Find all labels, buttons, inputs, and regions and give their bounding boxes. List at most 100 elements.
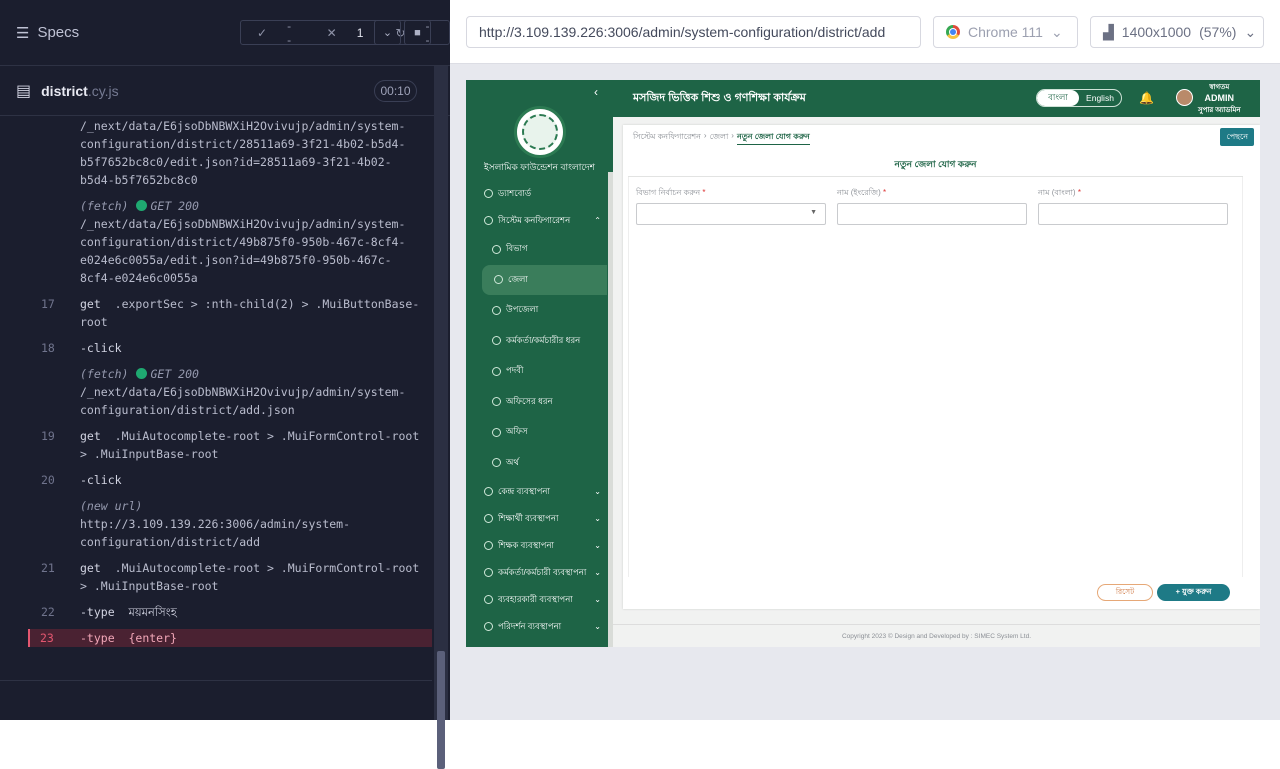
sidebar-item[interactable]: অফিসের ধরন (480, 387, 607, 418)
chevron-icon: ⌄ (594, 595, 601, 604)
log-line-number: 20 (41, 473, 55, 487)
app-footer: Copyright 2023 © Design and Developed by… (613, 624, 1260, 647)
sidebar-item[interactable]: সিস্টেম কনফিগারেশন ⌃ (480, 207, 607, 234)
log-entry[interactable]: 23 -type {enter} (28, 629, 432, 647)
division-select[interactable]: ▼ (636, 203, 826, 225)
menu-icon: ☰ (16, 24, 30, 42)
chevron-left-icon[interactable]: ‹ (594, 85, 598, 99)
stop-icon[interactable]: ■ (404, 20, 431, 45)
form-title: নতুন জেলা যোগ করুন (628, 152, 1243, 177)
sidebar-menu: ড্যাশবোর্ড সিস্টেম কনফিগারেশন ⌃ বিভাগ জেলা উপ… (480, 180, 607, 640)
chevron-icon: ⌄ (594, 541, 601, 550)
specs-toggle[interactable]: ☰ Specs (16, 24, 79, 42)
log-entry[interactable]: (new url) http://3.109.139.226:3006/admi… (0, 497, 432, 551)
log-entry[interactable]: 21 get .MuiAutocomplete-root > .MuiFormCo… (0, 559, 432, 595)
ruler-icon: ▟ (1103, 23, 1114, 40)
log-entry[interactable]: (fetch) GET 200/_next/data/E6jsoDbNBWXiH2… (0, 365, 432, 419)
lang-bangla[interactable]: বাংলা (1037, 90, 1079, 106)
menu-item-icon (492, 427, 501, 437)
menu-item-icon (484, 514, 493, 523)
sidebar-item[interactable]: ব্যবহারকারী ব্যবস্থাপনা ⌄ (480, 586, 607, 613)
sidebar-item[interactable]: শিক্ষার্থী ব্যবস্থাপনা ⌄ (480, 505, 607, 532)
cypress-runner-panel: ☰ Specs ✓ -- ✕ 1 ↻ -- ⌄ ■ ▤ district.cy.js … (0, 0, 450, 769)
app-title: মসজিদ ভিত্তিক শিশু ও গণশিক্ষা কার্যক্রম (633, 92, 806, 104)
app-main: মসজিদ ভিত্তিক শিশু ও গণশিক্ষা কার্যক্রম … (613, 80, 1260, 647)
sidebar-item[interactable]: শিক্ষক ব্যবস্থাপনা ⌄ (480, 532, 607, 559)
sidebar-item[interactable]: ড্যাশবোর্ড (480, 180, 607, 207)
reset-button[interactable]: রিসেট (1097, 584, 1153, 601)
app-under-test: ‹ ইসলামিক ফাউন্ডেশন বাংলাদেশ ড্যাশবোর্ড স… (466, 80, 1260, 647)
content-card: সিস্টেম কনফিগারেশন › জেলা › নতুন জেলা যোগ … (623, 125, 1260, 609)
browser-select[interactable]: Chrome 111 ⌄ (933, 16, 1078, 48)
passed-count: ✓ -- (241, 19, 311, 47)
log-entry[interactable]: 20 -click (0, 471, 432, 489)
chevron-icon: ⌃ (594, 216, 601, 225)
log-entry[interactable]: (fetch) GET 200/_next/data/E6jsoDbNBWXiH2… (0, 197, 432, 287)
sidebar-item[interactable]: অর্থ (480, 448, 607, 479)
breadcrumb-item[interactable]: জেলা (710, 131, 729, 145)
preview-toolbar: http://3.109.139.226:3006/admin/system-c… (450, 0, 1280, 64)
bell-icon[interactable]: 🔔 (1139, 91, 1154, 105)
dropdown-arrow-icon[interactable]: ▼ (810, 209, 817, 216)
menu-item-icon (492, 336, 501, 346)
status-dot-icon (136, 200, 148, 211)
log-entry[interactable]: /_next/data/E6jsoDbNBWXiH2Ovivujp/admin/… (0, 117, 432, 189)
menu-item-icon (492, 244, 501, 254)
sidebar-item[interactable]: অফিস (480, 417, 607, 448)
log-entry[interactable]: 17 get .exportSec > :nth-child(2) > .MuiB… (0, 295, 432, 331)
sidebar-item[interactable]: কেন্দ্র ব্যবস্থাপনা ⌄ (480, 478, 607, 505)
failed-count: ✕ 1 (311, 21, 380, 44)
sidebar-item[interactable]: জেলা (482, 264, 607, 295)
avatar[interactable] (1176, 89, 1193, 106)
log-line-number: 18 (41, 341, 55, 355)
name-bangla-field: নাম (বাংলা) * (1038, 187, 1228, 225)
chrome-icon (946, 25, 960, 39)
log-line-number: 21 (41, 561, 55, 575)
breadcrumb-item[interactable]: সিস্টেম কনফিগারেশন (633, 131, 701, 145)
sidebar-item[interactable]: পদবী (480, 356, 607, 387)
command-log: /_next/data/E6jsoDbNBWXiH2Ovivujp/admin/… (0, 117, 432, 680)
chevron-icon: ⌄ (594, 622, 601, 631)
menu-item-icon (492, 366, 501, 376)
sidebar-brand: ‹ ইসলামিক ফাউন্ডেশন বাংলাদেশ (466, 80, 613, 172)
name-english-input[interactable] (837, 203, 1027, 225)
menu-item-icon (484, 568, 493, 577)
user-info[interactable]: স্বাগতম ADMIN সুপার অ্যাডমিন (1198, 82, 1241, 116)
district-form: বিভাগ নির্বাচন করুন * ▼ নাম (ইংরেজি) * ন… (628, 177, 1243, 577)
menu-item-icon (484, 541, 493, 550)
sidebar-item[interactable]: উপজেলা (480, 295, 607, 326)
chevron-down-icon: ⌄ (1244, 23, 1257, 40)
menu-item-icon (492, 397, 501, 407)
lang-english[interactable]: English (1079, 90, 1121, 106)
spec-timer: 00:10 (374, 80, 417, 102)
log-scrollbar[interactable] (434, 66, 448, 769)
chevron-down-icon[interactable]: ⌄ (374, 20, 401, 45)
chevron-down-icon: ⌄ (1050, 23, 1063, 40)
menu-item-icon (484, 622, 493, 631)
file-icon: ▤ (16, 82, 32, 100)
browser-preview: http://3.109.139.226:3006/admin/system-c… (450, 0, 1280, 720)
name-bangla-input[interactable] (1038, 203, 1228, 225)
url-bar[interactable]: http://3.109.139.226:3006/admin/system-c… (466, 16, 921, 48)
app-header: মসজিদ ভিত্তিক শিশু ও গণশিক্ষা কার্যক্রম … (613, 80, 1260, 117)
specs-title: Specs (37, 24, 80, 41)
log-entry[interactable]: 22 -type ময়মনসিংহ (0, 603, 432, 621)
sidebar-item[interactable]: বিভাগ (480, 234, 607, 265)
log-entry[interactable]: 18 -click (0, 339, 432, 357)
back-button[interactable]: পেছনে (1220, 128, 1254, 146)
status-dot-icon (136, 368, 148, 379)
log-entry[interactable]: 19 get .MuiAutocomplete-root > .MuiFormCo… (0, 427, 432, 463)
viewport-select[interactable]: ▟ 1400x1000 (57%) ⌄ (1090, 16, 1264, 48)
scrollbar-thumb[interactable] (437, 651, 445, 769)
sidebar-item[interactable]: পরিদর্শন ব্যবস্থাপনা ⌄ (480, 613, 607, 640)
sidebar-item[interactable]: কর্মকর্তা/কর্মচারী ব্যবস্থাপনা ⌄ (480, 559, 607, 586)
menu-item-icon (484, 595, 493, 604)
breadcrumb-current: নতুন জেলা যোগ করুন (736, 131, 810, 145)
menu-item-icon (494, 275, 503, 285)
name-english-field: নাম (ইংরেজি) * (837, 187, 1027, 225)
sidebar-item[interactable]: কর্মকর্তা/কর্মচারীর ধরন (480, 326, 607, 357)
language-toggle[interactable]: বাংলা English (1036, 89, 1122, 107)
add-button[interactable]: + যুক্ত করুন (1157, 584, 1230, 601)
breadcrumb: সিস্টেম কনফিগারেশন › জেলা › নতুন জেলা যোগ … (633, 131, 810, 145)
chevron-icon: ⌄ (594, 487, 601, 496)
